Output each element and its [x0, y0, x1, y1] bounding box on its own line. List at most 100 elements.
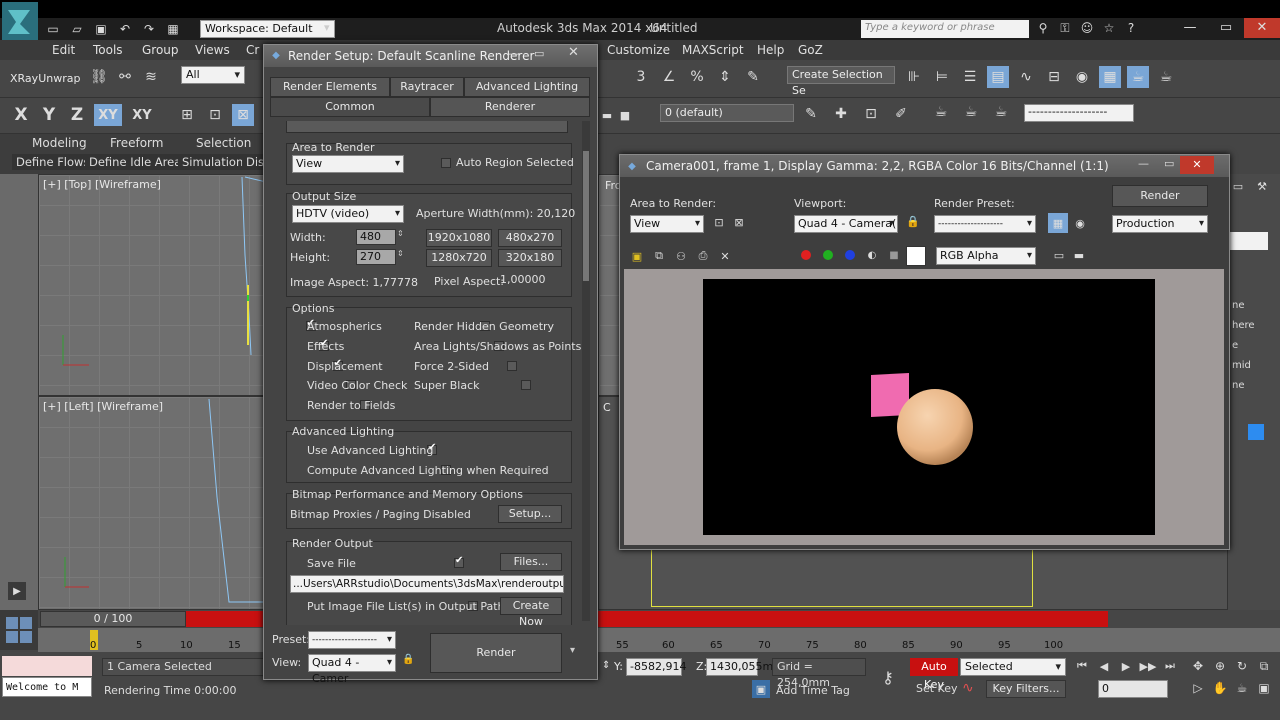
- preset-1280x720[interactable]: 1280x720: [426, 249, 492, 267]
- prev-frame-icon[interactable]: ◀: [1094, 656, 1114, 676]
- track-bar[interactable]: 0 5 10 15 55 60 65 70 75 80 85 90 95 100: [38, 628, 1280, 652]
- edit-named-sel-icon[interactable]: ✎: [742, 66, 764, 88]
- maximize-viewport-icon[interactable]: ⧉: [1254, 656, 1274, 676]
- star-icon[interactable]: ☆: [1100, 19, 1118, 37]
- auto-region-icon[interactable]: ⊠: [730, 213, 748, 231]
- schematic-view-icon[interactable]: ⊟: [1043, 66, 1065, 88]
- monochrome-icon[interactable]: ■: [886, 247, 902, 263]
- next-frame-icon[interactable]: ▶▶: [1138, 656, 1158, 676]
- snap-vertex-icon[interactable]: ⊡: [204, 104, 226, 126]
- render-setup-icon[interactable]: ▦: [1048, 213, 1068, 233]
- field-of-view-icon[interactable]: ▷: [1188, 678, 1208, 698]
- green-channel-icon[interactable]: [820, 247, 836, 263]
- object-type-dropdown[interactable]: [1228, 232, 1268, 250]
- save-image-icon[interactable]: ▣: [628, 247, 646, 265]
- ribbon-define-idle-areas[interactable]: Define Idle Areas: [85, 154, 192, 170]
- output-size-dropdown[interactable]: HDTV (video): [292, 205, 404, 223]
- bind-spacewarp-icon[interactable]: ≋: [140, 66, 162, 88]
- viewport-layout-icon[interactable]: [0, 610, 38, 650]
- ribbon-tab-selection[interactable]: Selection: [196, 136, 251, 150]
- view-lock-icon[interactable]: 🔒: [402, 654, 414, 665]
- menu-maxscript[interactable]: MAXScript: [682, 43, 744, 57]
- binoculars-icon[interactable]: ⚲: [1034, 19, 1052, 37]
- pan-icon[interactable]: ✋: [1210, 678, 1230, 698]
- y-coordinate-field[interactable]: -8582,914: [626, 658, 686, 676]
- view-dropdown[interactable]: Quad 4 - Camer: [308, 654, 396, 685]
- height-spinner-arrows-icon[interactable]: ⇕: [397, 249, 404, 258]
- workspace-dropdown[interactable]: Workspace: Default: [200, 20, 335, 38]
- workspace-arrow-icon[interactable]: ▾: [324, 21, 330, 34]
- menu-customize[interactable]: Customize: [607, 43, 670, 57]
- set-current-layer-icon[interactable]: ✐: [890, 103, 912, 125]
- color-swatch[interactable]: [1248, 424, 1264, 440]
- named-selection-sets[interactable]: Create Selection Se: [787, 66, 895, 97]
- snap-endpoint-icon[interactable]: ⊠: [232, 104, 254, 126]
- layer-state-icon[interactable]: ▬: [600, 106, 614, 124]
- red-channel-icon[interactable]: [798, 247, 814, 263]
- new-layer-icon[interactable]: ✎: [800, 103, 822, 125]
- alpha-channel-icon[interactable]: ◐: [864, 247, 880, 263]
- axis-xy-button[interactable]: XY: [94, 104, 122, 126]
- print-icon[interactable]: ⎙: [694, 247, 712, 265]
- rendered-image-area[interactable]: [624, 269, 1224, 545]
- orbit-icon[interactable]: ↻: [1232, 656, 1252, 676]
- maxscript-listener-top[interactable]: [2, 656, 92, 676]
- save-file-checkbox[interactable]: [454, 555, 464, 568]
- xray-unwrap-label[interactable]: XRayUnwrap: [10, 72, 80, 85]
- preset-320x180[interactable]: 320x180: [498, 249, 562, 267]
- channel-dropdown[interactable]: RGB Alpha: [936, 247, 1036, 265]
- preset-1920x1080[interactable]: 1920x1080: [426, 229, 492, 247]
- rendered-frame-icon[interactable]: ☕: [1127, 66, 1149, 88]
- teapot-b-icon[interactable]: ☕: [960, 101, 982, 123]
- user-icon[interactable]: ☺: [1078, 19, 1096, 37]
- axis-x-button[interactable]: X: [10, 104, 32, 126]
- pixel-aspect-value[interactable]: 1,00000: [500, 273, 546, 286]
- z-coordinate-field[interactable]: 1430,055m: [706, 658, 773, 676]
- production-dropdown[interactable]: Production: [1112, 215, 1208, 233]
- teapot-a-icon[interactable]: ☕: [930, 101, 952, 123]
- lock-selection-icon[interactable]: ⇕: [602, 660, 610, 671]
- close-button[interactable]: ✕: [1244, 18, 1280, 38]
- material-editor-icon[interactable]: ◉: [1071, 66, 1093, 88]
- force-2-sided-checkbox[interactable]: [507, 361, 517, 371]
- layer-color-icon[interactable]: ■: [618, 106, 632, 124]
- walk-icon[interactable]: ☕: [1232, 678, 1252, 698]
- object-btn-3[interactable]: e: [1228, 336, 1280, 356]
- selection-filter-dropdown[interactable]: All: [181, 66, 245, 84]
- object-btn-4[interactable]: mid: [1228, 356, 1280, 376]
- app-logo-icon[interactable]: [2, 2, 38, 40]
- toggle-ui-icon[interactable]: ▬: [1070, 246, 1088, 264]
- height-spinner[interactable]: 270: [356, 249, 396, 265]
- menu-help[interactable]: Help: [757, 43, 784, 57]
- render-setup-title[interactable]: Render Setup: Default Scanline Renderer: [264, 45, 597, 67]
- select-in-layer-icon[interactable]: ⊡: [860, 103, 882, 125]
- rs-maximize-button[interactable]: ▭: [534, 47, 544, 60]
- teapot-c-icon[interactable]: ☕: [990, 101, 1012, 123]
- swatch-white[interactable]: [906, 246, 926, 266]
- maxscript-listener[interactable]: Welcome to M: [2, 677, 92, 697]
- play-icon[interactable]: ▶: [1116, 656, 1136, 676]
- super-black-checkbox[interactable]: [520, 380, 531, 390]
- time-tag-icon[interactable]: ▣: [752, 680, 770, 698]
- rs-minimize-button[interactable]: —: [508, 47, 519, 60]
- tab-common[interactable]: Common: [270, 97, 430, 117]
- key-filters-button[interactable]: Key Filters...: [986, 680, 1066, 698]
- files-button[interactable]: Files...: [500, 553, 562, 571]
- clone-frame-icon[interactable]: ⚇: [672, 247, 690, 265]
- rs-render-button[interactable]: Render: [430, 633, 562, 673]
- timeline-bar-right[interactable]: [598, 611, 1108, 627]
- open-file-icon[interactable]: ▱: [68, 20, 86, 38]
- rf-maximize-button[interactable]: ▭: [1164, 157, 1174, 170]
- snap-3d-icon[interactable]: 3: [630, 66, 652, 88]
- spinner-snap-icon[interactable]: ⇕: [714, 66, 736, 88]
- menu-tools[interactable]: Tools: [93, 43, 123, 57]
- tab-advanced-lighting[interactable]: Advanced Lighting: [464, 77, 590, 97]
- mirror-icon[interactable]: ⊪: [903, 66, 925, 88]
- snap-grid-icon[interactable]: ⊞: [176, 104, 198, 126]
- ribbon-tab-freeform[interactable]: Freeform: [110, 136, 163, 150]
- tab-renderer[interactable]: Renderer: [430, 97, 590, 117]
- blue-channel-icon[interactable]: [842, 247, 858, 263]
- preset-480x270[interactable]: 480x270: [498, 229, 562, 247]
- snippet-dropdown[interactable]: --------------------: [1024, 104, 1134, 122]
- percent-snap-icon[interactable]: %: [686, 66, 708, 88]
